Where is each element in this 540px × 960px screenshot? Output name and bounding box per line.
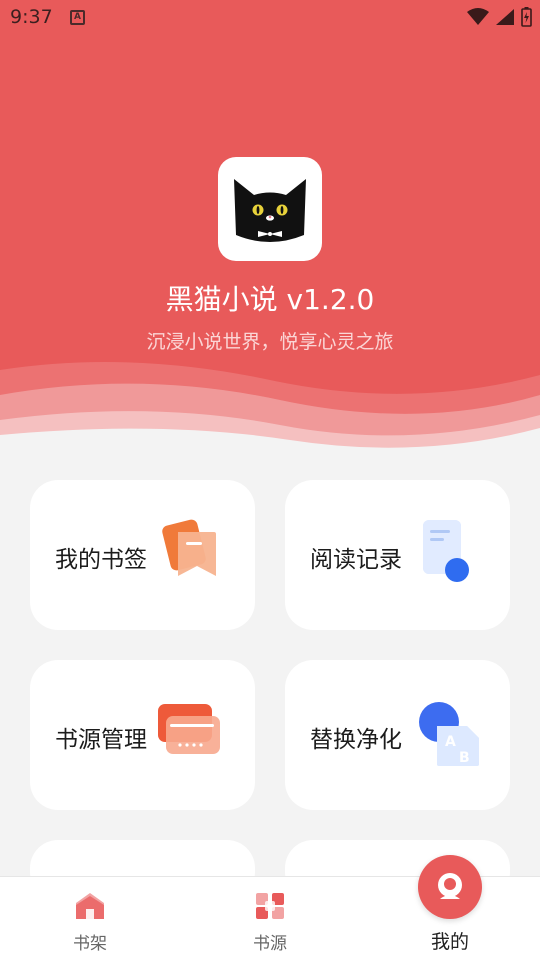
bookmark-icon xyxy=(162,519,216,576)
replace-purify-label: 替换净化 xyxy=(310,727,402,753)
system-icons xyxy=(467,7,532,27)
signal-icon xyxy=(496,9,514,25)
replace-purify-icon: A B xyxy=(419,702,479,766)
bookshelf-icon xyxy=(76,893,104,919)
black-cat-logo-icon xyxy=(234,179,306,242)
nav-sources-label: 书源 xyxy=(253,934,287,954)
sources-icon xyxy=(256,893,284,919)
app-slogan: 沉浸小说世界，悦享心灵之旅 xyxy=(146,331,394,353)
reading-history-card[interactable]: 阅读记录 xyxy=(285,480,510,630)
status-bar: 9:37 A xyxy=(0,0,540,36)
svg-text:B: B xyxy=(459,750,470,766)
profile-header: 9:37 A 黑猫小说 v1.2.0 沉浸小说世界，悦享心灵之旅 xyxy=(0,0,540,460)
nav-sources[interactable]: 书源 xyxy=(220,877,320,960)
app-title: 黑猫小说 v1.2.0 xyxy=(165,283,375,316)
wifi-icon xyxy=(467,8,489,25)
replace-purify-card[interactable]: 替换净化 A B xyxy=(285,660,510,810)
reading-history-icon xyxy=(423,520,469,582)
header-wave-decoration xyxy=(0,362,540,460)
battery-charging-icon xyxy=(521,7,532,27)
nav-bookshelf-label: 书架 xyxy=(73,934,107,954)
profile-icon xyxy=(438,873,462,899)
nav-bookshelf[interactable]: 书架 xyxy=(40,877,140,960)
nav-profile-label: 我的 xyxy=(430,931,469,953)
nav-profile-active-indicator[interactable] xyxy=(418,855,482,919)
source-management-icon xyxy=(158,704,220,754)
bookmarks-label: 我的书签 xyxy=(55,547,147,573)
bookmarks-card[interactable]: 我的书签 xyxy=(30,480,255,630)
app-logo xyxy=(218,157,322,261)
svg-text:A: A xyxy=(445,734,456,750)
source-management-card[interactable]: 书源管理 xyxy=(30,660,255,810)
reading-history-label: 阅读记录 xyxy=(310,547,402,573)
source-management-label: 书源管理 xyxy=(55,727,147,753)
status-time: 9:37 xyxy=(10,6,53,28)
notification-icon: A xyxy=(70,10,85,25)
